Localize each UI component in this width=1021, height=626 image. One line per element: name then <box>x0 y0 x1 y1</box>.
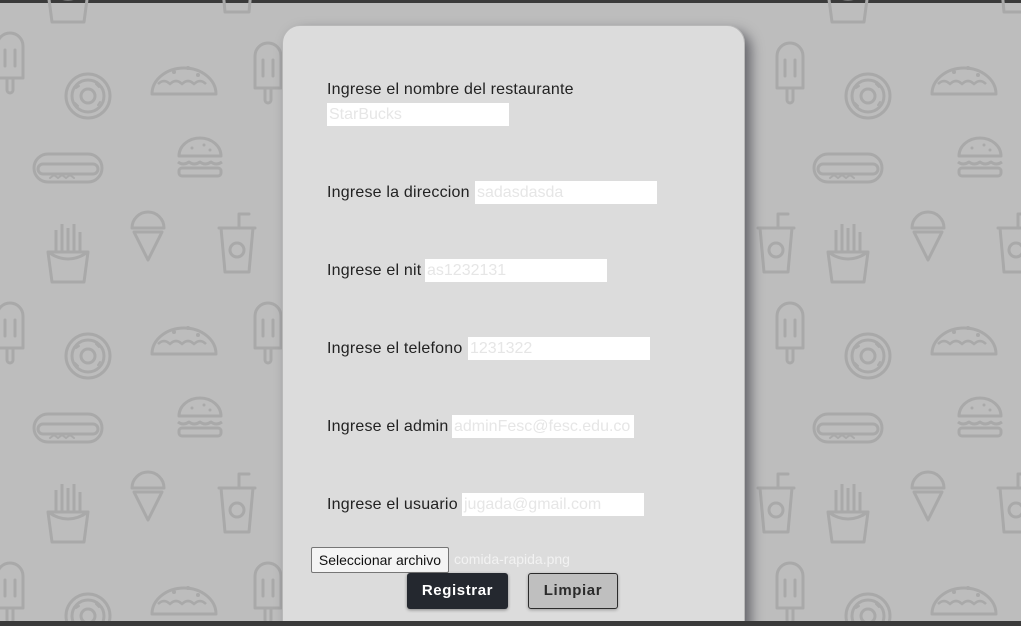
phone-input[interactable]: 1231322 <box>468 337 650 360</box>
food-icons-left <box>0 0 283 626</box>
address-input[interactable]: sadasdasda <box>475 181 657 204</box>
phone-label: Ingrese el telefono <box>327 340 463 357</box>
register-button[interactable]: Registrar <box>407 573 508 609</box>
select-file-button[interactable]: Seleccionar archivo <box>311 547 449 573</box>
bottom-border <box>0 621 1021 626</box>
restaurant-name-input[interactable]: StarBucks <box>327 103 509 126</box>
admin-input[interactable]: adminFesc@fesc.edu.co <box>452 415 634 438</box>
address-label: Ingrese la direccion <box>327 184 470 201</box>
restaurant-name-label: Ingrese el nombre del restaurante <box>327 81 574 98</box>
admin-label: Ingrese el admin <box>327 418 449 435</box>
user-input[interactable]: jugada@gmail.com <box>462 493 644 516</box>
clear-button[interactable]: Limpiar <box>528 573 618 609</box>
food-icons-right <box>756 0 1021 626</box>
nit-input[interactable]: as1232131 <box>425 259 607 282</box>
selected-file-name: comida-rapida.png <box>454 551 570 567</box>
user-label: Ingrese el usuario <box>327 496 458 513</box>
nit-label: Ingrese el nit <box>327 262 422 279</box>
